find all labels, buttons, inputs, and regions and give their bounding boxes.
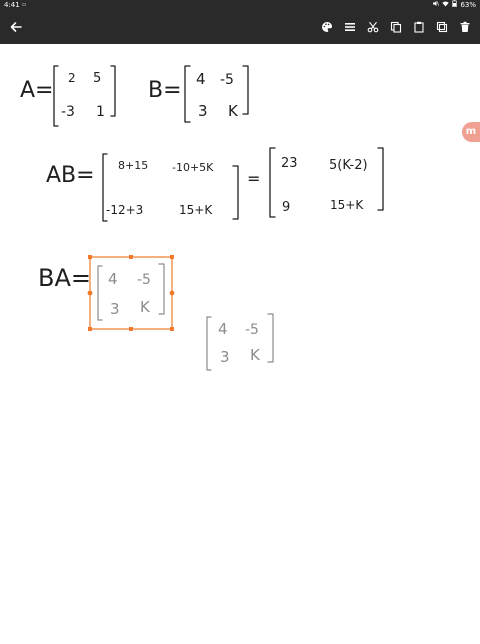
pasted-matrix-copy[interactable]: 4 -5 3 K	[206, 313, 274, 371]
pasted-matrix-entry: 3	[220, 348, 230, 366]
label-a: A=	[20, 78, 53, 103]
menu-lines-icon	[344, 23, 355, 31]
equals-sign: =	[247, 169, 260, 188]
ba-product-expression: BA=	[38, 264, 91, 292]
toolbar	[0, 10, 480, 44]
pasted-matrix-left-bracket	[206, 316, 212, 371]
matrix-result-right-bracket	[377, 147, 384, 211]
pasted-matrix-right-bracket	[267, 313, 274, 363]
selection-handle-left[interactable]	[87, 290, 93, 296]
matrix-b-expression: B= 4 -5 3 K	[148, 65, 249, 123]
matrix-b-entry: -5	[220, 72, 234, 88]
matrix-a-entry: 5	[93, 71, 101, 86]
selected-matrix-entry: 3	[110, 300, 120, 318]
matrix-result-entry: 5(K-2)	[329, 158, 368, 173]
matrix-a-left-bracket	[53, 65, 59, 127]
matrix-a-expression: A= 2 5 -3 1	[20, 65, 116, 127]
status-bar: 4:41 ▫ 63%	[0, 0, 480, 10]
mute-icon	[432, 0, 440, 10]
matrix-a-entry: 1	[96, 104, 105, 120]
label-ab: AB=	[46, 163, 95, 188]
status-icons: 63%	[432, 0, 476, 10]
selection-handle-bottom-left[interactable]	[88, 327, 92, 331]
toolbar-actions	[315, 15, 476, 39]
copy-button[interactable]	[384, 15, 407, 39]
matrix-ab-entry: 15+K	[179, 203, 213, 217]
matrix-ab-right-bracket	[232, 165, 239, 220]
palette-icon	[321, 22, 332, 32]
selected-matrix-right-bracket	[158, 263, 165, 315]
matrix-ab-entry: -12+3	[106, 203, 143, 217]
battery-percent: 63%	[460, 1, 476, 9]
selected-matrix-entry: K	[140, 298, 151, 316]
matrix-result-entry: 9	[282, 200, 290, 215]
selection-handle-top[interactable]	[129, 255, 133, 259]
label-b: B=	[148, 78, 182, 103]
duplicate-icon	[436, 21, 447, 33]
scissors-icon	[367, 21, 378, 33]
matrix-result-left-bracket	[269, 147, 276, 218]
paste-icon	[413, 21, 424, 33]
matrix-b-right-bracket	[242, 65, 249, 115]
wifi-icon	[442, 0, 450, 10]
pasted-matrix-entry: 4	[218, 320, 228, 338]
handwriting-layer: A= 2 5 -3 1 B= 4 -5 3 K AB= 8+15 -10+5K …	[20, 65, 384, 371]
matrix-result-entry: 15+K	[330, 198, 364, 212]
selected-matrix-left-bracket	[97, 265, 103, 321]
matrix-ab-entry: 8+15	[118, 159, 148, 172]
delete-button[interactable]	[453, 15, 476, 39]
status-time: 4:41	[4, 1, 20, 9]
trash-icon	[460, 21, 469, 32]
selected-matrix-copy[interactable]: 4 -5 3 K	[87, 255, 175, 331]
pasted-matrix-entry: -5	[245, 322, 259, 338]
matrix-b-entry: K	[228, 102, 239, 120]
ab-product-expression: AB= 8+15 -10+5K -12+3 15+K = 23 5(K-2) 9…	[46, 147, 384, 222]
duplicate-button[interactable]	[430, 15, 453, 39]
selection-handle-bottom-right[interactable]	[170, 327, 174, 331]
menu-lines-button[interactable]	[338, 15, 361, 39]
side-app-badge[interactable]: m	[462, 122, 480, 142]
cut-button[interactable]	[361, 15, 384, 39]
selection-handle-right[interactable]	[169, 290, 175, 296]
matrix-a-entry: 2	[68, 71, 76, 85]
matrix-ab-entry: -10+5K	[172, 161, 214, 174]
arrow-left-icon	[10, 22, 22, 32]
copy-icon	[390, 21, 401, 33]
pasted-matrix-entry: K	[250, 346, 261, 364]
back-button[interactable]	[4, 15, 28, 39]
palette-button[interactable]	[315, 15, 338, 39]
selection-box	[89, 256, 173, 330]
selection-handle-top-right[interactable]	[170, 255, 174, 259]
matrix-result-entry: 23	[281, 156, 298, 171]
matrix-a-right-bracket	[110, 65, 116, 117]
selection-handle-top-left[interactable]	[88, 255, 92, 259]
status-notification-icon: ▫	[22, 1, 27, 8]
label-ba: BA=	[38, 264, 91, 292]
selected-matrix-entry: -5	[137, 272, 151, 288]
selected-matrix-entry: 4	[108, 270, 118, 288]
matrix-b-left-bracket	[184, 65, 191, 123]
matrix-b-entry: 3	[198, 102, 208, 120]
battery-icon	[452, 0, 458, 10]
drawing-canvas[interactable]: A= 2 5 -3 1 B= 4 -5 3 K AB= 8+15 -10+5K …	[0, 44, 480, 640]
selection-handle-bottom[interactable]	[129, 327, 133, 331]
paste-button[interactable]	[407, 15, 430, 39]
matrix-a-entry: -3	[61, 104, 75, 120]
matrix-b-entry: 4	[196, 70, 206, 88]
